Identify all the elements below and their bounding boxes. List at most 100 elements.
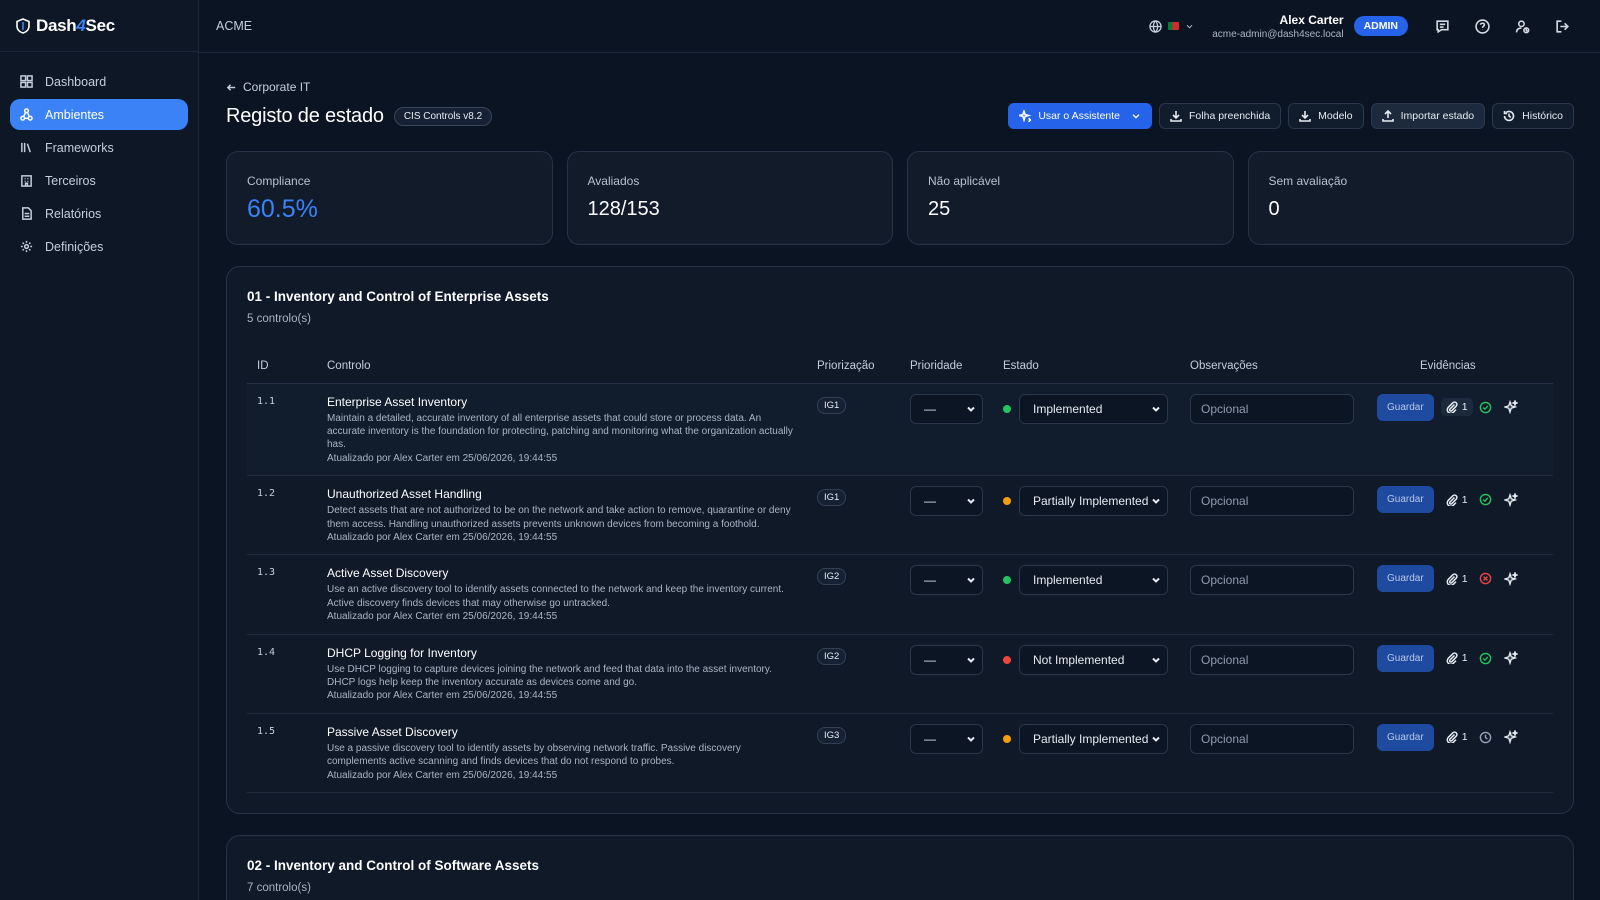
status-group: Not Implemented [1003,644,1190,675]
network-icon [20,108,33,121]
priority-select[interactable]: — [910,486,983,517]
help-button[interactable] [1462,18,1502,34]
chevron-down-icon [1186,24,1193,28]
sidebar-item-label: Frameworks [45,140,114,155]
chevron-down-icon [1152,498,1160,505]
building-icon [21,175,32,187]
sidebar-item-ambientes[interactable]: Ambientes [10,99,188,130]
stat-card-nao-aplicavel: Não aplicável 25 [907,151,1234,245]
col-control: Controlo [327,349,817,384]
status-dot [1003,734,1011,743]
notes-input[interactable] [1190,486,1354,517]
status-group: Partially Implemented [1003,486,1190,517]
role-badge: ADMIN [1353,16,1408,36]
notes-input[interactable] [1190,644,1354,675]
history-button[interactable]: Histórico [1492,103,1574,129]
col-prioritization: Priorização [817,349,910,384]
attachments-button[interactable]: 1 [1441,491,1473,509]
save-button[interactable]: Guardar [1377,565,1434,593]
ai-assist-button[interactable] [1503,730,1518,745]
col-priority: Prioridade [910,349,1003,384]
user-email: acme-admin@dash4sec.local [1212,28,1344,40]
status-select[interactable]: Partially Implemented [1019,486,1168,517]
template-label: Modelo [1318,110,1353,122]
verification-status-icon [1479,493,1492,506]
notes-input[interactable] [1190,565,1354,596]
messages-button[interactable] [1422,19,1462,34]
priority-select[interactable]: — [910,393,983,424]
sidebar-item-relatorios[interactable]: Relatórios [10,198,188,229]
ai-assist-button[interactable] [1503,400,1518,414]
sidebar-item-definicoes[interactable]: Definições [10,231,188,262]
control-description: Maintain a detailed, accurate inventory … [327,412,793,451]
import-state-button[interactable]: Importar estado [1370,103,1486,129]
language-selector[interactable] [1149,19,1194,33]
arrow-left-icon [226,83,236,91]
sidebar-item-frameworks[interactable]: Frameworks [10,132,188,163]
priority-select[interactable]: — [910,644,983,675]
paperclip-icon [1446,401,1458,413]
user-gear-icon [1515,19,1529,33]
status-select[interactable]: Implemented [1019,565,1168,596]
logo[interactable]: Dash4Sec [0,0,198,52]
filled-sheet-label: Folha preenchida [1189,110,1271,122]
download-icon [1299,111,1311,122]
filled-sheet-button[interactable]: Folha preenchida [1159,103,1282,129]
status-select[interactable]: Implemented [1019,393,1168,424]
notes-input[interactable] [1190,393,1354,424]
chevron-down-icon [967,406,975,412]
ai-assist-button[interactable] [1503,651,1518,666]
attachments-button[interactable]: 1 [1440,398,1473,416]
chevron-down-icon [1152,406,1160,412]
logout-button[interactable] [1542,19,1582,34]
ig-badge: IG1 [817,489,847,507]
priority-value: — [924,573,936,588]
sidebar-item-label: Terceiros [45,173,96,188]
attachment-count: 1 [1461,493,1468,506]
col-notes: Observações [1190,349,1377,384]
evidence-cell: Guardar 1 [1377,555,1553,593]
priority-select[interactable]: — [910,723,983,754]
sidebar-item-dashboard[interactable]: Dashboard [10,66,188,97]
priority-select[interactable]: — [910,565,983,596]
attachments-button[interactable]: 1 [1441,728,1473,746]
template-button[interactable]: Modelo [1288,103,1364,129]
flag-icon [1168,22,1180,30]
paperclip-icon [1446,494,1458,506]
status-group: Implemented [1003,393,1190,424]
stat-card-sem-avaliacao: Sem avaliação 0 [1247,151,1574,245]
save-button[interactable]: Guardar [1377,393,1434,421]
message-icon [1435,19,1449,33]
sparkles-icon [1503,492,1518,507]
notes-input[interactable] [1190,723,1354,754]
user-settings-button[interactable] [1502,19,1542,34]
assistant-button[interactable]: Usar o Assistente [1008,103,1153,129]
library-icon [21,142,31,153]
evidence-cell: Guardar 1 [1377,476,1553,514]
control-updated: Atualizado por Alex Carter em 25/06/2026… [327,611,558,623]
status-select[interactable]: Not Implemented [1019,644,1168,675]
verification-status-icon [1479,731,1492,744]
section-count: 7 controlo(s) [247,882,311,894]
ai-assist-button[interactable] [1503,571,1518,586]
save-button[interactable]: Guardar [1377,723,1434,751]
controls-table: ID Controlo Priorização Prioridade Estad… [247,349,1553,794]
status-select[interactable]: Partially Implemented [1019,723,1168,754]
control-section: 01 - Inventory and Control of Enterprise… [226,266,1574,814]
save-button[interactable]: Guardar [1377,486,1434,514]
attachments-button[interactable]: 1 [1441,649,1473,667]
stat-value: 25 [928,198,951,220]
sidebar-item-terceiros[interactable]: Terceiros [10,165,188,196]
save-button[interactable]: Guardar [1377,644,1434,672]
control-updated: Atualizado por Alex Carter em 25/06/2026… [327,690,558,702]
stat-value: 60.5% [247,195,318,223]
attachments-button[interactable]: 1 [1441,570,1473,588]
top-right-controls: Alex Carter acme-admin@dash4sec.local AD… [1149,13,1582,40]
control-updated: Atualizado por Alex Carter em 25/06/2026… [327,531,558,543]
import-state-label: Importar estado [1400,110,1475,122]
sparkles-icon [1503,400,1518,414]
chevron-down-icon [967,736,975,742]
back-link[interactable]: Corporate IT [226,80,310,94]
stat-label: Avaliados [587,174,640,188]
ai-assist-button[interactable] [1503,492,1518,507]
